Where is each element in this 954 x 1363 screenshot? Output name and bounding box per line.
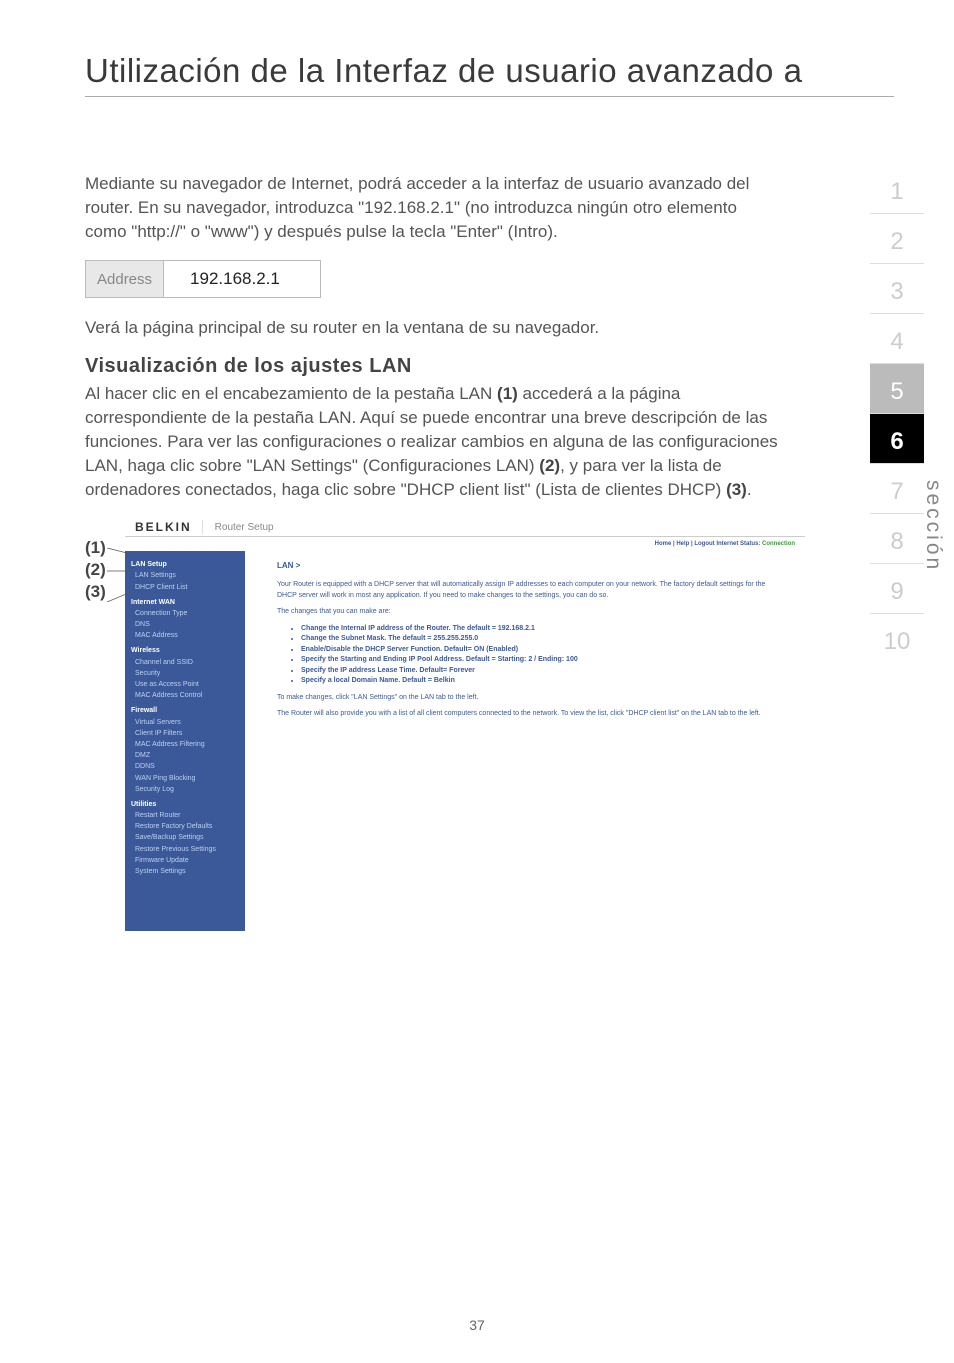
nav-8[interactable]: 8: [870, 514, 924, 564]
sb-h-1[interactable]: Internet WAN: [131, 597, 239, 608]
sb-i-0-0[interactable]: LAN Settings: [131, 570, 239, 581]
sb-i-4-3[interactable]: Restore Previous Settings: [131, 844, 239, 855]
section-subtitle: Visualización de los ajustes LAN: [85, 355, 894, 378]
sb-i-4-4[interactable]: Firmware Update: [131, 855, 239, 866]
topmeta-links[interactable]: Home | Help | Logout Internet Status:: [655, 541, 762, 547]
sb-i-3-2[interactable]: MAC Address Filtering: [131, 739, 239, 750]
sb-h-3[interactable]: Firewall: [131, 705, 239, 716]
bullet-5: Specify a local Domain Name. Default = B…: [301, 676, 779, 687]
nav-5[interactable]: 5: [870, 364, 924, 414]
router-ui-body: LAN Setup LAN Settings DHCP Client List …: [125, 551, 805, 931]
address-bar: Address 192.168.2.1: [85, 260, 321, 298]
callout-3-label: (3): [85, 582, 106, 601]
callout-3: (3): [85, 582, 125, 604]
sb-h-0[interactable]: LAN Setup: [131, 559, 239, 570]
sb-i-1-1[interactable]: DNS: [131, 619, 239, 630]
section-label: sección: [921, 480, 945, 572]
intro-paragraph: Mediante su navegador de Internet, podrá…: [85, 172, 755, 244]
sb-i-4-1[interactable]: Restore Factory Defaults: [131, 821, 239, 832]
sb-i-4-5[interactable]: System Settings: [131, 866, 239, 877]
callout-ref-1: (1): [497, 384, 518, 403]
nav-9[interactable]: 9: [870, 564, 924, 614]
router-content: LAN > Your Router is equipped with a DHC…: [245, 551, 805, 931]
content-para-4: The Router will also provide you with a …: [277, 709, 779, 720]
breadcrumb[interactable]: LAN >: [277, 561, 779, 570]
internet-status: Connection: [762, 541, 795, 547]
nav-2[interactable]: 2: [870, 214, 924, 264]
nav-1[interactable]: 1: [870, 164, 924, 214]
router-sidebar: LAN Setup LAN Settings DHCP Client List …: [125, 551, 245, 931]
content-para-3: To make changes, click "LAN Settings" on…: [277, 693, 779, 704]
sb-h-2[interactable]: Wireless: [131, 645, 239, 656]
nav-10[interactable]: 10: [870, 614, 924, 663]
callout-ref-2: (2): [539, 456, 560, 475]
page-number: 37: [0, 1317, 954, 1333]
content-para-1: Your Router is equipped with a DHCP serv…: [277, 580, 779, 601]
router-screenshot: (1) (2) (3) BELKIN Router Setup Home | H…: [85, 516, 894, 931]
bullet-2: Enable/Disable the DHCP Server Function.…: [301, 645, 779, 656]
sb-i-3-6[interactable]: Security Log: [131, 784, 239, 795]
sb-i-2-3[interactable]: MAC Address Control: [131, 690, 239, 701]
body-paragraph: Al hacer clic en el encabezamiento de la…: [85, 382, 785, 503]
sb-i-4-0[interactable]: Restart Router: [131, 810, 239, 821]
bullet-4: Specify the IP address Lease Time. Defau…: [301, 666, 779, 677]
callout-ref-3: (3): [726, 480, 747, 499]
sb-i-3-1[interactable]: Client IP Filters: [131, 728, 239, 739]
sb-i-3-4[interactable]: DDNS: [131, 761, 239, 772]
sb-i-4-2[interactable]: Save/Backup Settings: [131, 832, 239, 843]
body-text-4: .: [747, 480, 752, 499]
sb-i-3-3[interactable]: DMZ: [131, 750, 239, 761]
address-label: Address: [86, 261, 164, 297]
content-para-2: The changes that you can make are:: [277, 607, 779, 618]
nav-3[interactable]: 3: [870, 264, 924, 314]
router-ui-topmeta: Home | Help | Logout Internet Status: Co…: [125, 537, 805, 551]
callout-1-label: (1): [85, 538, 106, 557]
sb-i-2-0[interactable]: Channel and SSID: [131, 657, 239, 668]
router-ui-header: BELKIN Router Setup: [125, 516, 805, 537]
sb-i-2-1[interactable]: Security: [131, 668, 239, 679]
callout-2: (2): [85, 560, 125, 582]
sb-i-3-0[interactable]: Virtual Servers: [131, 717, 239, 728]
router-setup-title: Router Setup: [203, 522, 274, 533]
router-ui-frame: BELKIN Router Setup Home | Help | Logout…: [125, 516, 805, 931]
bullet-0: Change the Internal IP address of the Ro…: [301, 624, 779, 635]
section-nav: 1 2 3 4 5 6 7 8 9 10: [870, 164, 924, 663]
belkin-logo: BELKIN: [135, 520, 203, 534]
nav-7[interactable]: 7: [870, 464, 924, 514]
address-value: 192.168.2.1: [164, 261, 320, 297]
callout-1: (1): [85, 538, 125, 560]
page-title: Utilización de la Interfaz de usuario av…: [85, 52, 894, 97]
nav-4[interactable]: 4: [870, 314, 924, 364]
mid-paragraph: Verá la página principal de su router en…: [85, 316, 755, 340]
nav-6-current[interactable]: 6: [870, 414, 924, 464]
callout-2-label: (2): [85, 560, 106, 579]
sb-i-1-2[interactable]: MAC Address: [131, 630, 239, 641]
callout-column: (1) (2) (3): [85, 516, 125, 604]
content-bullets: Change the Internal IP address of the Ro…: [301, 624, 779, 687]
sb-i-3-5[interactable]: WAN Ping Blocking: [131, 773, 239, 784]
bullet-3: Specify the Starting and Ending IP Pool …: [301, 655, 779, 666]
sb-i-2-2[interactable]: Use as Access Point: [131, 679, 239, 690]
bullet-1: Change the Subnet Mask. The default = 25…: [301, 634, 779, 645]
sb-h-4[interactable]: Utilities: [131, 799, 239, 810]
sb-i-1-0[interactable]: Connection Type: [131, 608, 239, 619]
sb-i-0-1[interactable]: DHCP Client List: [131, 582, 239, 593]
body-text-1: Al hacer clic en el encabezamiento de la…: [85, 384, 497, 403]
